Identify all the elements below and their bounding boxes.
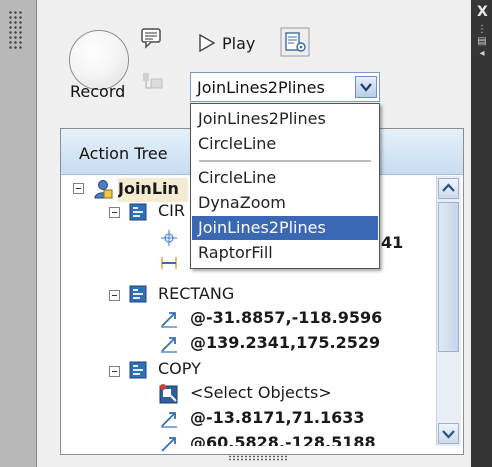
collapse-toggle[interactable]	[73, 183, 84, 194]
dropdown-recent-item[interactable]: CircleLine	[192, 132, 378, 156]
play-button[interactable]: Play	[222, 34, 255, 53]
tree-node-label[interactable]: RECTANG	[158, 283, 234, 307]
tree-node-label[interactable]: CIR	[158, 200, 188, 224]
macro-dropdown-list: JoinLines2Plines CircleLine CircleLine D…	[190, 103, 380, 269]
record-button[interactable]	[69, 30, 129, 90]
coordinate-icon	[161, 312, 177, 328]
command-icon	[129, 285, 147, 303]
scroll-thumb[interactable]	[438, 202, 459, 352]
dropdown-recent-item[interactable]: JoinLines2Plines	[192, 107, 378, 131]
select-objects-icon	[159, 384, 178, 404]
dropdown-item-selected[interactable]: JoinLines2Plines	[192, 216, 378, 240]
action-tree-title: Action Tree	[79, 144, 168, 163]
preferences-icon[interactable]	[280, 27, 310, 57]
insert-message-icon[interactable]	[140, 27, 162, 49]
tree-node-label[interactable]: COPY	[158, 358, 201, 382]
panel-grip-handle[interactable]	[8, 10, 22, 50]
collapse-toggle[interactable]	[109, 207, 120, 218]
macro-selector-combo[interactable]: JoinLines2Plines	[190, 72, 380, 102]
coordinate-icon	[161, 437, 176, 452]
panel-resize-grip[interactable]	[228, 455, 288, 461]
dropdown-item[interactable]: RaptorFill	[192, 241, 378, 265]
chevron-down-icon[interactable]	[355, 76, 377, 98]
record-label: Record	[70, 82, 126, 101]
tree-node-coordinate[interactable]: @-31.8857,-118.9596	[190, 307, 382, 331]
title-strip-glyphs: ⋮ ▤ ◂	[477, 24, 487, 59]
scroll-up-button[interactable]	[438, 178, 459, 199]
radius-icon	[161, 257, 177, 269]
tree-scrollbar[interactable]	[436, 176, 461, 446]
tree-node-coordinate[interactable]: @139.2341,175.2529	[190, 332, 380, 356]
coordinate-icon	[161, 337, 177, 353]
dropdown-item[interactable]: DynaZoom	[192, 191, 378, 215]
collapse-toggle[interactable]	[109, 366, 120, 377]
dropdown-separator	[199, 160, 371, 162]
request-user-input-icon[interactable]	[140, 70, 164, 94]
dropdown-item[interactable]: CircleLine	[192, 166, 378, 190]
tree-node-value-fragment[interactable]: 41	[381, 232, 403, 256]
coordinate-icon	[161, 412, 177, 428]
command-icon	[129, 203, 147, 221]
close-icon[interactable]: X	[477, 4, 488, 20]
center-point-icon	[161, 230, 177, 246]
tree-node-coordinate[interactable]: @60.5828,-128.5188	[190, 432, 376, 446]
command-icon	[129, 361, 147, 379]
macro-root-icon	[94, 180, 113, 199]
panel-title-strip: X ⋮ ▤ ◂	[471, 0, 492, 467]
collapse-toggle[interactable]	[109, 290, 120, 301]
tree-root-label[interactable]: JoinLin	[118, 178, 188, 202]
tree-node-selection[interactable]: <Select Objects>	[190, 382, 332, 406]
tree-node-coordinate[interactable]: @-13.8171,71.1633	[190, 407, 364, 431]
scroll-down-button[interactable]	[438, 423, 459, 444]
play-icon[interactable]	[198, 34, 216, 52]
combo-current-value: JoinLines2Plines	[197, 78, 325, 97]
